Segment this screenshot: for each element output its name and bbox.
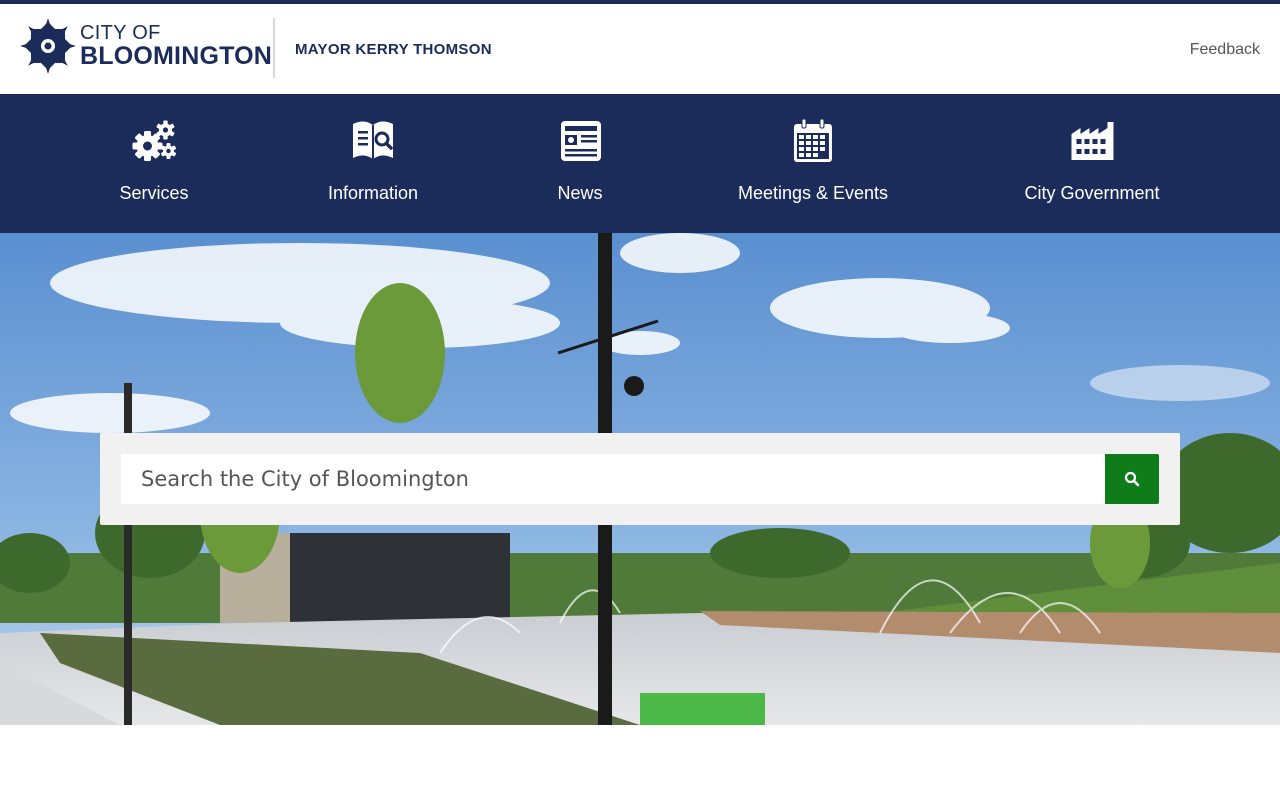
nav-label-city-government: City Government — [1024, 183, 1160, 203]
mayor-name: MAYOR KERRY THOMSON — [295, 41, 492, 58]
nav-item-meetings-events[interactable]: Meetings & Events — [738, 94, 888, 233]
nav-label-information: Information — [327, 183, 419, 203]
search-button[interactable] — [1105, 454, 1159, 504]
nav-item-information[interactable]: Information — [328, 94, 418, 233]
feedback-link[interactable]: Feedback — [1190, 41, 1260, 59]
nav-label-news: News — [557, 183, 603, 203]
hero-banner — [0, 233, 1280, 725]
gears-icon — [132, 120, 176, 161]
building-icon — [1070, 122, 1113, 160]
site-header: CITY OF BLOOMINGTON MAYOR KERRY THOMSON … — [0, 4, 1280, 94]
site-search-input[interactable] — [121, 454, 1105, 504]
page-content-area — [0, 725, 1280, 800]
city-logo-link[interactable]: CITY OF BLOOMINGTON — [20, 18, 272, 74]
nav-item-city-government[interactable]: City Government — [1024, 94, 1160, 233]
main-navigation: Services Information News Meetings & Eve… — [0, 94, 1280, 233]
document-search-icon — [352, 121, 393, 159]
nav-item-news[interactable]: News — [556, 94, 604, 233]
newspaper-icon — [561, 121, 601, 161]
search-icon — [1124, 471, 1140, 487]
nav-label-meetings-events: Meetings & Events — [737, 183, 889, 203]
logo-line-city-of: CITY OF — [80, 22, 161, 44]
nav-item-services[interactable]: Services — [119, 94, 189, 233]
search-panel — [100, 433, 1180, 525]
calendar-icon — [793, 118, 832, 162]
logo-line-bloomington: BLOOMINGTON — [80, 42, 273, 70]
logo-wordmark: CITY OF BLOOMINGTON — [80, 23, 272, 69]
city-seal-icon — [20, 18, 76, 74]
header-divider — [273, 18, 275, 78]
nav-label-services: Services — [119, 183, 189, 203]
